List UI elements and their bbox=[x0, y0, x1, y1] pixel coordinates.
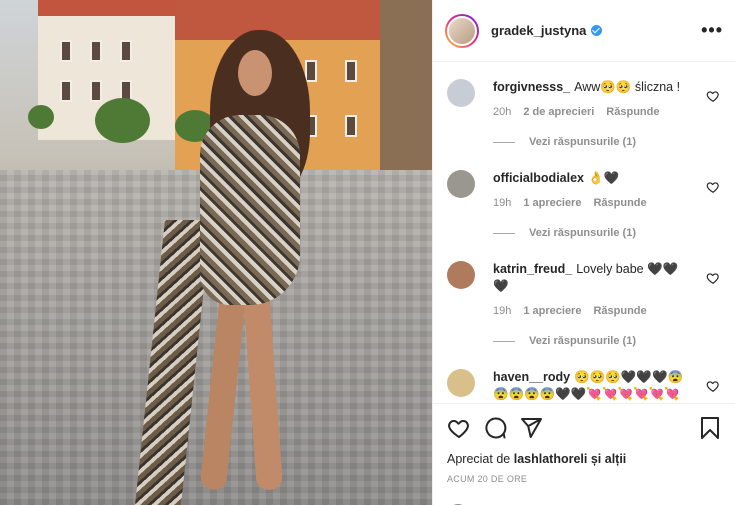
verified-badge-icon bbox=[591, 25, 603, 36]
post-actions: Apreciat de lashlathoreli și alții ACUM … bbox=[433, 403, 735, 505]
author-avatar[interactable] bbox=[445, 13, 479, 48]
comment-username[interactable]: haven__rody bbox=[493, 370, 570, 384]
post-sidebar: gradek_justyna ••• forgivnesss_ Aww🥺🥺 śli… bbox=[432, 0, 735, 505]
window bbox=[120, 40, 132, 62]
reply-button[interactable]: Răspunde bbox=[593, 305, 646, 317]
post-modal: gradek_justyna ••• forgivnesss_ Aww🥺🥺 śli… bbox=[0, 0, 735, 505]
tree bbox=[95, 98, 150, 143]
window bbox=[90, 80, 102, 102]
window bbox=[90, 40, 102, 62]
window bbox=[345, 115, 357, 137]
comment-item: haven__rody🥺🥺🥺🖤🖤🖤😨😨😨😨😨🖤🖤💘💘💘💘💘💘💘💘🥰🥰🥰😍😍😍😍💔 bbox=[447, 353, 722, 403]
comment-time[interactable]: 19h bbox=[493, 197, 511, 209]
bookmark-icon[interactable] bbox=[698, 416, 722, 440]
view-replies-button[interactable]: Vezi răspunsurile (1) bbox=[493, 136, 722, 148]
commenter-avatar[interactable] bbox=[447, 369, 475, 397]
leg bbox=[199, 289, 247, 491]
window bbox=[345, 60, 357, 82]
view-replies-button[interactable]: Vezi răspunsurile (1) bbox=[493, 335, 722, 347]
comment-username[interactable]: forgivnesss_ bbox=[493, 80, 570, 94]
comment-item: officialbodialex 👌🖤 19h 1 apreciere Răspu… bbox=[447, 154, 722, 239]
comment-text: 👌🖤 bbox=[588, 171, 620, 185]
comments-list[interactable]: forgivnesss_ Aww🥺🥺 śliczna ! 20h 2 de apr… bbox=[433, 63, 735, 403]
commenter-avatar[interactable] bbox=[447, 79, 475, 107]
reply-button[interactable]: Răspunde bbox=[593, 197, 646, 209]
author-username[interactable]: gradek_justyna bbox=[491, 23, 603, 38]
commenter-avatar[interactable] bbox=[447, 261, 475, 289]
tree bbox=[28, 105, 54, 129]
comment-username[interactable]: officialbodialex bbox=[493, 171, 584, 185]
dress bbox=[200, 115, 300, 305]
comment-time[interactable]: 20h bbox=[493, 106, 511, 118]
share-icon[interactable] bbox=[519, 416, 543, 440]
commenter-avatar[interactable] bbox=[447, 170, 475, 198]
comment-icon[interactable] bbox=[483, 416, 507, 440]
comment-likes[interactable]: 1 apreciere bbox=[523, 305, 581, 317]
model-figure bbox=[135, 20, 330, 505]
comment-like-heart-icon[interactable] bbox=[706, 180, 720, 194]
post-header: gradek_justyna ••• bbox=[433, 0, 735, 62]
comment-time[interactable]: 19h bbox=[493, 305, 511, 317]
liked-by-user[interactable]: lashlathoreli bbox=[514, 452, 588, 466]
heart-icon[interactable] bbox=[447, 416, 471, 440]
post-timestamp[interactable]: ACUM 20 DE ORE bbox=[447, 474, 722, 484]
leg bbox=[243, 289, 283, 491]
window bbox=[60, 40, 72, 62]
comment-like-heart-icon[interactable] bbox=[706, 271, 720, 285]
comment-likes[interactable]: 2 de aprecieri bbox=[523, 106, 594, 118]
face bbox=[238, 50, 272, 96]
view-replies-button[interactable]: Vezi răspunsurile (1) bbox=[493, 227, 722, 239]
action-bar bbox=[447, 404, 722, 452]
liked-by-text: Apreciat de lashlathoreli și alții bbox=[447, 452, 627, 466]
comment-username[interactable]: katrin_freud_ bbox=[493, 262, 572, 276]
reply-button[interactable]: Răspunde bbox=[606, 106, 659, 118]
comment-like-heart-icon[interactable] bbox=[706, 379, 720, 393]
comment-item: forgivnesss_ Aww🥺🥺 śliczna ! 20h 2 de apr… bbox=[447, 63, 722, 148]
window bbox=[60, 80, 72, 102]
comment-item: katrin_freud_ Lovely babe 🖤🖤🖤 19h 1 aprec… bbox=[447, 245, 722, 347]
comment-like-heart-icon[interactable] bbox=[706, 89, 720, 103]
liked-by-others[interactable]: și alții bbox=[591, 452, 626, 466]
post-photo[interactable] bbox=[0, 0, 432, 505]
comment-text: Aww🥺🥺 śliczna ! bbox=[574, 80, 681, 94]
more-options-icon[interactable]: ••• bbox=[701, 20, 723, 41]
comment-likes[interactable]: 1 apreciere bbox=[523, 197, 581, 209]
